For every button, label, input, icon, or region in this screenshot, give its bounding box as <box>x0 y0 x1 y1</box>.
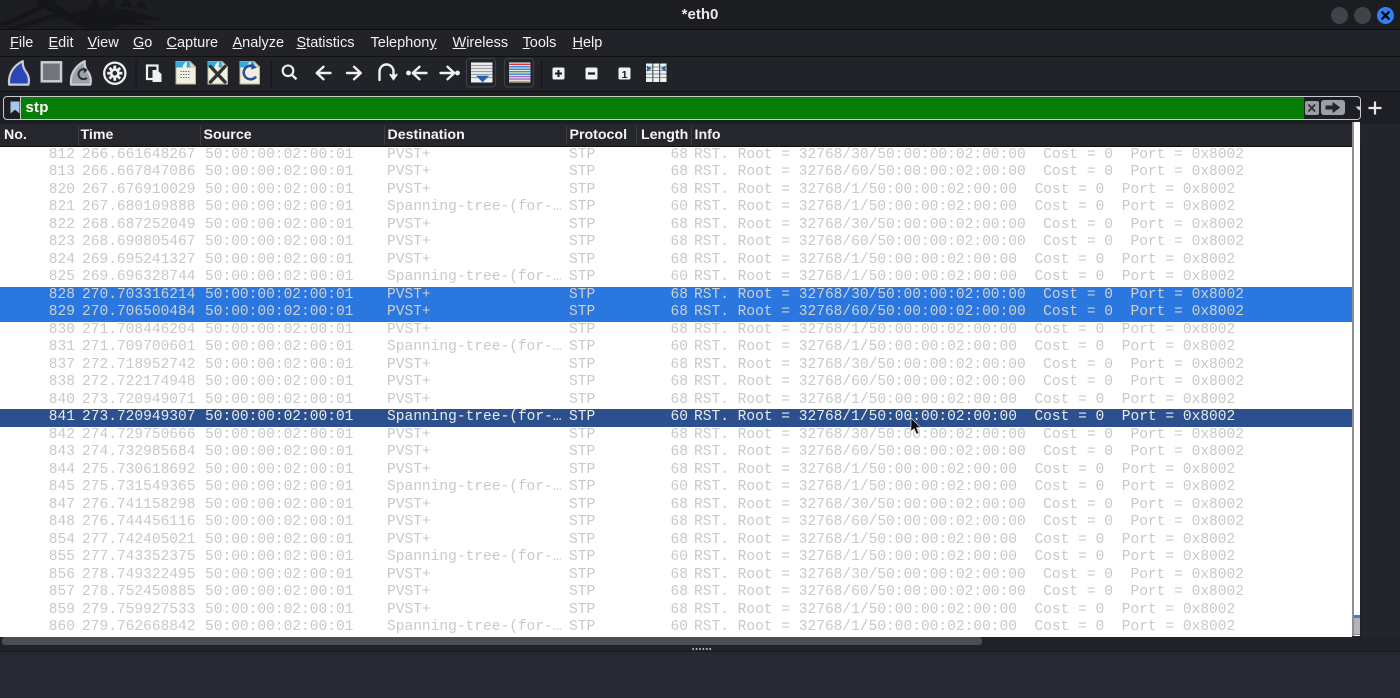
svg-text:1: 1 <box>622 69 628 81</box>
